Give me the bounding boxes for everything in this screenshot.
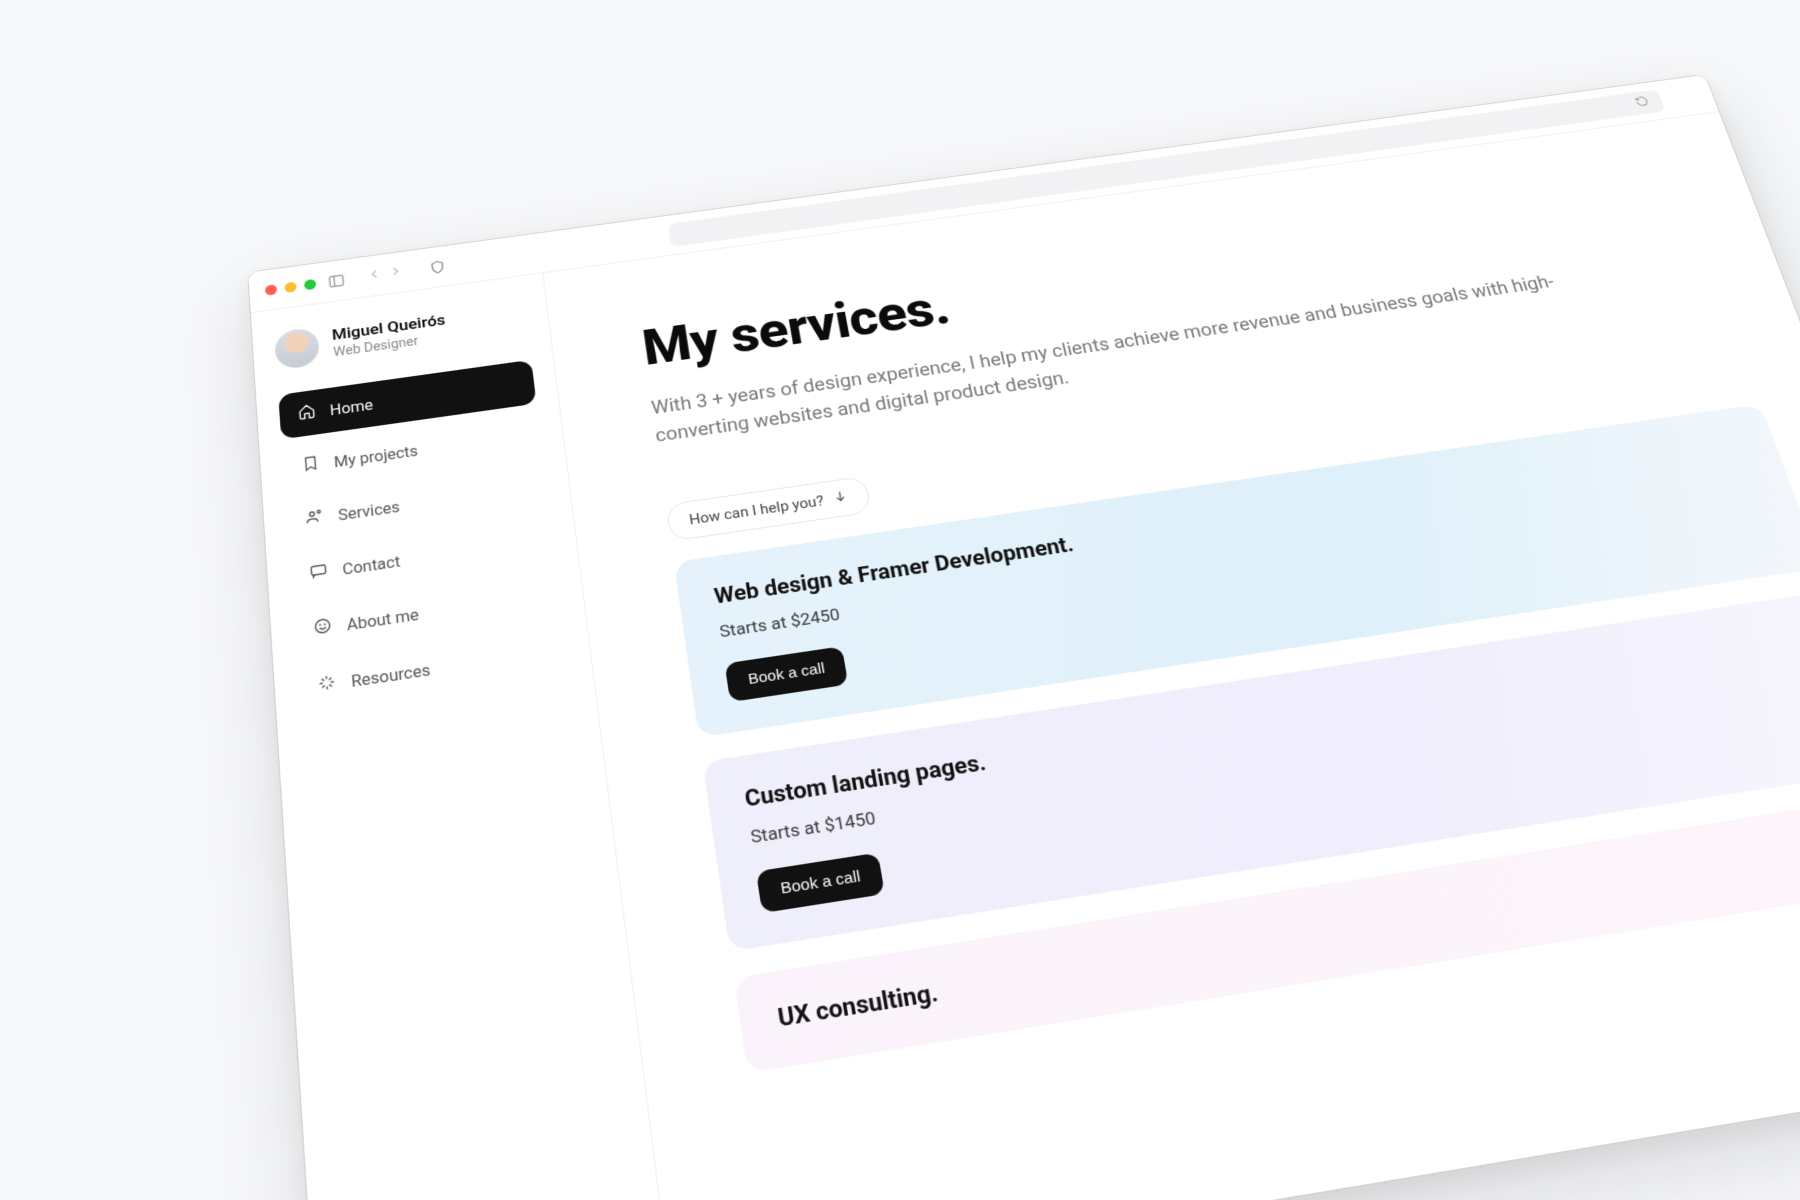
home-icon [297,402,316,424]
message-icon [309,561,329,584]
help-pill-label: How can I help you? [688,492,825,528]
service-title: Web design & Framer Development. [713,435,1746,609]
browser-window: Miguel Queirós Web Designer Home My proj… [247,74,1800,1200]
bookmark-icon [301,454,321,477]
minimize-window-icon[interactable] [284,281,296,293]
sparkle-icon [317,672,338,697]
smile-icon [313,616,333,640]
avatar [274,326,320,370]
traffic-lights [265,278,317,295]
sidebar-item-label: My projects [333,442,418,471]
main-content: My services. With 3 + years of design ex… [543,112,1800,1200]
book-call-button[interactable]: Book a call [756,853,885,914]
sidebar-item-label: Services [337,497,400,523]
arrow-down-icon [832,489,849,508]
privacy-shield-icon[interactable] [428,258,447,275]
nav-arrows [366,263,404,285]
sidebar-item-label: About me [346,605,420,634]
back-icon[interactable] [366,266,383,285]
book-call-button[interactable]: Book a call [724,646,848,702]
forward-icon[interactable] [387,263,404,282]
sidebar-nav: Home My projects Services Contact [278,360,569,714]
maximize-window-icon[interactable] [304,278,316,290]
sidebar-item-label: Contact [342,552,401,578]
close-window-icon[interactable] [265,284,277,296]
profile-block: Miguel Queirós Web Designer [274,298,528,370]
sidebar-item-label: Home [329,396,373,419]
services-icon [305,507,325,530]
service-price: Starts at $2450 [718,470,1757,642]
sidebar-toggle-icon[interactable] [327,272,346,290]
help-pill[interactable]: How can I help you? [665,476,872,542]
sidebar-item-label: Resources [350,660,431,690]
reload-icon[interactable] [1633,94,1651,111]
